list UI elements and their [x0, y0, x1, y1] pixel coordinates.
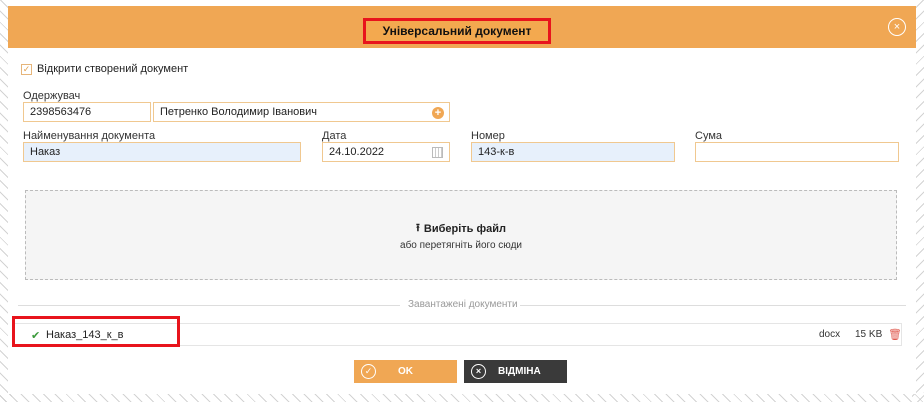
recipient-name-value: Петренко Володимир Іванович — [160, 106, 317, 118]
check-circle-icon: ✓ — [361, 364, 376, 379]
sum-label: Сума — [695, 130, 723, 142]
document-name-value: Наказ — [30, 146, 61, 158]
calendar-icon[interactable] — [432, 147, 443, 158]
number-label: Номер — [471, 130, 505, 142]
date-field[interactable]: 24.10.2022 — [322, 142, 450, 162]
file-dropzone[interactable]: ⭱ Виберіть файл або перетягніть його сюд… — [25, 190, 897, 280]
divider-line-right — [520, 305, 906, 306]
file-extension: docx — [819, 329, 841, 340]
recipient-code-value: 2398563476 — [30, 106, 92, 118]
cancel-label: ВІДМІНА — [498, 366, 541, 377]
ok-label: OK — [398, 366, 413, 377]
document-name-field[interactable]: Наказ — [23, 142, 301, 162]
close-circle-icon: × — [471, 364, 486, 379]
recipient-label: Одержувач — [23, 90, 81, 102]
cancel-button[interactable]: × ВІДМІНА — [464, 360, 567, 383]
universal-document-dialog: Універсальний документ × ✓ Відкрити ство… — [8, 0, 916, 394]
recipient-code-field[interactable]: 2398563476 — [23, 102, 151, 122]
number-field[interactable]: 143-к-в — [471, 142, 675, 162]
open-created-document-option[interactable]: ✓ Відкрити створений документ — [21, 63, 188, 75]
divider-line-left — [18, 305, 400, 306]
drag-hint: або перетягніть його сюди — [400, 240, 522, 251]
add-recipient-icon[interactable]: + — [432, 107, 444, 119]
upload-icon: ⭱ — [416, 222, 420, 234]
sum-field[interactable] — [695, 142, 899, 162]
file-highlight-annotation — [12, 316, 180, 347]
ok-button[interactable]: ✓ OK — [354, 360, 457, 383]
trash-icon[interactable]: 🗑 — [888, 328, 902, 341]
dialog-header: Універсальний документ × — [8, 6, 916, 48]
uploaded-documents-divider: Завантажені документи — [408, 299, 518, 310]
recipient-name-field[interactable]: Петренко Володимир Іванович + — [153, 102, 450, 122]
file-size: 15 KB — [855, 329, 883, 340]
date-label: Дата — [322, 130, 347, 142]
close-icon[interactable]: × — [888, 18, 906, 36]
open-created-checkbox[interactable]: ✓ — [21, 63, 32, 75]
date-value: 24.10.2022 — [329, 146, 385, 158]
choose-file-label: Виберіть файл — [423, 222, 506, 235]
choose-file-button[interactable]: ⭱ Виберіть файл — [416, 219, 506, 238]
document-name-label: Найменування документа — [23, 130, 156, 142]
dialog-title: Універсальний документ — [363, 18, 551, 44]
number-value: 143-к-в — [478, 146, 515, 158]
open-created-label: Відкрити створений документ — [37, 63, 189, 75]
